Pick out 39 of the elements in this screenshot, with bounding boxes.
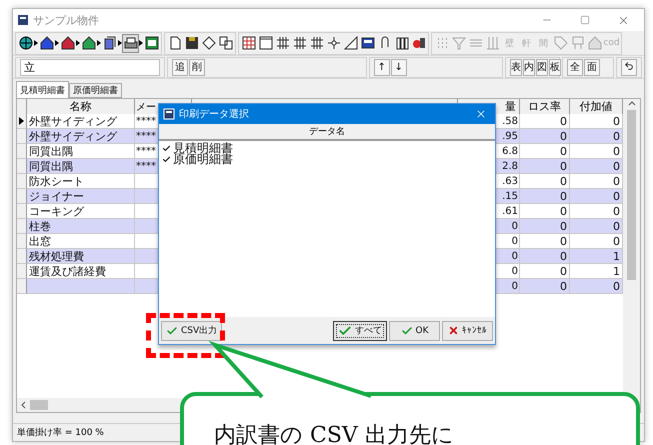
status-text: 単価掛け率 = 100 % (17, 426, 104, 439)
table-cell: 0 (570, 234, 623, 249)
table-cell: 0 (520, 264, 570, 279)
table-cell: 0 (520, 204, 570, 219)
table-cell: コーキング (27, 204, 135, 219)
table-cell: 1 (570, 249, 623, 264)
table-cell: 残材処理費 (27, 249, 135, 264)
table-cell: ジョイナー (27, 189, 135, 204)
table-cell: 0 (570, 114, 623, 129)
column-header: データ名 (159, 124, 495, 141)
callout-text: 内訳書の CSV 出力先に (214, 423, 454, 445)
table-cell: 0 (570, 189, 623, 204)
table-cell: 柱巻 (27, 219, 135, 234)
table-cell: 1 (570, 264, 623, 279)
window-title: サンプル物件 (33, 12, 100, 28)
table-cell: 0 (570, 279, 623, 294)
table-cell: 0 (520, 234, 570, 249)
table-cell: 0 (570, 144, 623, 159)
table-cell: 0 (570, 159, 623, 174)
table-cell: 同質出隅 (27, 144, 135, 159)
table-cell: 0 (520, 219, 570, 234)
table-cell: 外壁サイディング (27, 114, 135, 129)
table-cell: 運賃及び諸経費 (27, 264, 135, 279)
table-cell: 外壁サイディング (27, 129, 135, 144)
table-cell: 0 (570, 129, 623, 144)
table-cell: 0 (520, 174, 570, 189)
table-cell: 防水シート (27, 174, 135, 189)
table-cell: 0 (570, 219, 623, 234)
table-cell: 0 (520, 129, 570, 144)
table-cell: 0 (570, 204, 623, 219)
table-cell: 同質出隅 (27, 159, 135, 174)
table-cell: 0 (520, 249, 570, 264)
table-cell: 0 (520, 114, 570, 129)
table-cell: 0 (520, 159, 570, 174)
table-cell: 0 (520, 279, 570, 294)
table-cell: 出窓 (27, 234, 135, 249)
table-cell: 0 (520, 189, 570, 204)
table-cell: 0 (570, 174, 623, 189)
table-cell: 0 (520, 144, 570, 159)
